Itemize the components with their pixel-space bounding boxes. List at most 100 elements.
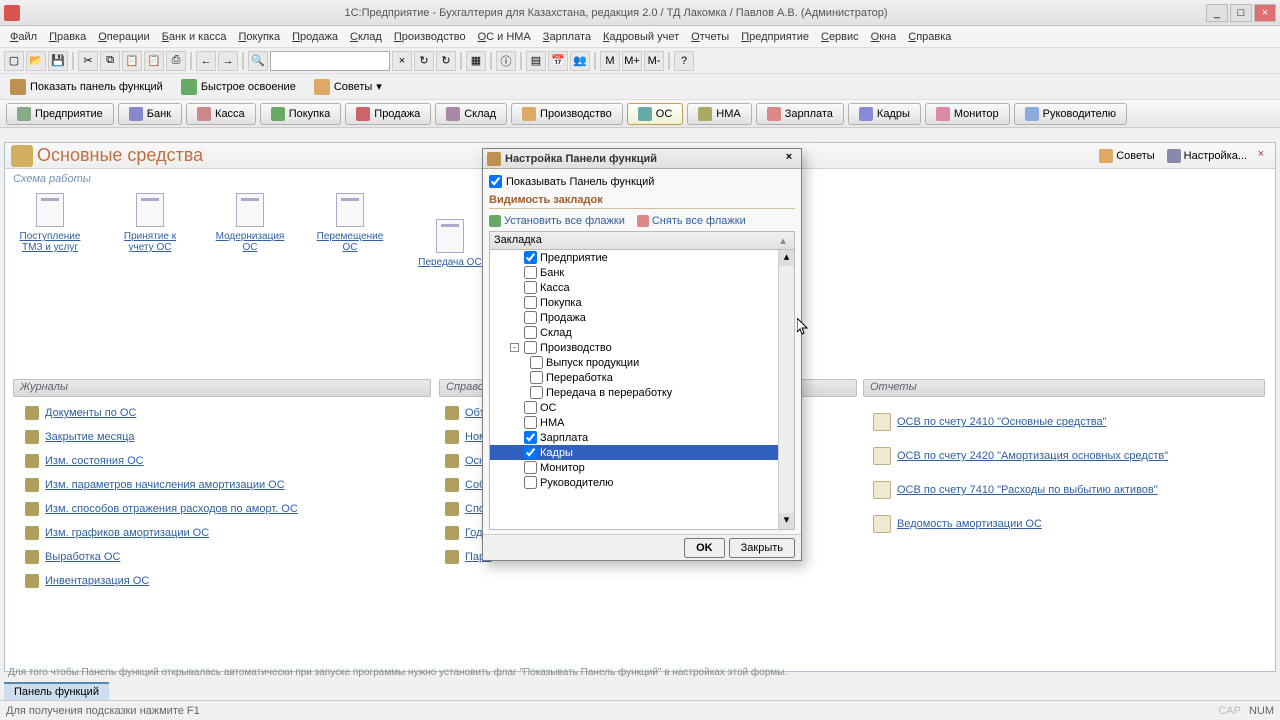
- back-icon[interactable]: ←: [196, 51, 216, 71]
- menu-item[interactable]: Банк и касса: [156, 29, 233, 45]
- list-item[interactable]: Документы по ОС: [25, 401, 298, 425]
- menu-item[interactable]: Кадровый учет: [597, 29, 685, 45]
- tree-checkbox[interactable]: [530, 371, 543, 384]
- list-item[interactable]: ОСВ по счету 2420 "Амортизация основных …: [873, 439, 1168, 473]
- paste-2-icon[interactable]: 📋: [144, 51, 164, 71]
- tree-checkbox[interactable]: [524, 431, 537, 444]
- print-icon[interactable]: ⎙: [166, 51, 186, 71]
- tree-node[interactable]: Предприятие: [490, 250, 794, 265]
- tree-checkbox[interactable]: [530, 386, 543, 399]
- workflow-node[interactable]: Поступление ТМЗ и услуг: [15, 193, 85, 268]
- tree-node[interactable]: Руководителю: [490, 475, 794, 490]
- help-icon[interactable]: ?: [674, 51, 694, 71]
- tree-node[interactable]: -Производство: [490, 340, 794, 355]
- list-item[interactable]: Изм. параметров начисления амортизации О…: [25, 473, 298, 497]
- maximize-button[interactable]: □: [1230, 4, 1252, 22]
- menu-item[interactable]: Сервис: [815, 29, 865, 45]
- tree-checkbox[interactable]: [524, 281, 537, 294]
- tree-checkbox[interactable]: [524, 461, 537, 474]
- clear-all-flags-link[interactable]: Снять все флажки: [637, 215, 746, 227]
- workflow-node[interactable]: Перемещение ОС: [315, 193, 385, 268]
- tree-node[interactable]: Монитор: [490, 460, 794, 475]
- tree-checkbox[interactable]: [524, 401, 537, 414]
- menu-item[interactable]: Производство: [388, 29, 472, 45]
- tab-11[interactable]: Монитор: [925, 103, 1010, 125]
- tab-7[interactable]: ОС: [627, 103, 684, 125]
- menu-item[interactable]: Окна: [865, 29, 903, 45]
- list-item[interactable]: Инвентаризация ОС: [25, 569, 298, 593]
- tree-checkbox[interactable]: [530, 356, 543, 369]
- list-item[interactable]: Изм. состояния ОС: [25, 449, 298, 473]
- clear-search-icon[interactable]: ×: [392, 51, 412, 71]
- close-button[interactable]: ×: [1254, 4, 1276, 22]
- m-plus-icon[interactable]: M+: [622, 51, 642, 71]
- calendar-icon[interactable]: 📅: [548, 51, 568, 71]
- tab-4[interactable]: Продажа: [345, 103, 431, 125]
- open-icon[interactable]: 📂: [26, 51, 46, 71]
- list-item[interactable]: Закрытие месяца: [25, 425, 298, 449]
- tree-scrollbar[interactable]: ▴ ▾: [778, 250, 794, 529]
- menu-item[interactable]: Операции: [92, 29, 155, 45]
- quick-start-button[interactable]: Быстрое освоение: [177, 77, 300, 97]
- tree-node[interactable]: Зарплата: [490, 430, 794, 445]
- tree-node[interactable]: НМА: [490, 415, 794, 430]
- workflow-node[interactable]: Принятие к учету ОС: [115, 193, 185, 268]
- show-panel-button[interactable]: Показать панель функций: [6, 77, 167, 97]
- copy-icon[interactable]: ⧉: [100, 51, 120, 71]
- list-item[interactable]: Изм. графиков амортизации ОС: [25, 521, 298, 545]
- tips-button[interactable]: Советы ▾: [310, 77, 386, 97]
- tree-checkbox[interactable]: [524, 311, 537, 324]
- close-page-button[interactable]: ×: [1253, 148, 1269, 164]
- save-icon[interactable]: 💾: [48, 51, 68, 71]
- menu-item[interactable]: Предприятие: [735, 29, 815, 45]
- workflow-node[interactable]: Передача ОС: [415, 219, 485, 268]
- expander-icon[interactable]: -: [510, 343, 519, 352]
- new-doc-icon[interactable]: ▢: [4, 51, 24, 71]
- ok-button[interactable]: OK: [684, 538, 725, 558]
- tree-checkbox[interactable]: [524, 326, 537, 339]
- workflow-node[interactable]: Модернизация ОС: [215, 193, 285, 268]
- tab-10[interactable]: Кадры: [848, 103, 921, 125]
- panel-func-button[interactable]: Панель функций: [4, 682, 109, 700]
- tab-3[interactable]: Покупка: [260, 103, 342, 125]
- menu-item[interactable]: Зарплата: [537, 29, 597, 45]
- search-input[interactable]: [270, 51, 390, 71]
- menu-item[interactable]: Файл: [4, 29, 43, 45]
- tab-2[interactable]: Касса: [186, 103, 256, 125]
- cut-icon[interactable]: ✂: [78, 51, 98, 71]
- tab-5[interactable]: Склад: [435, 103, 507, 125]
- scroll-down-button[interactable]: ▾: [779, 513, 794, 529]
- show-panel-checkbox-row[interactable]: Показывать Панель функций: [489, 173, 795, 190]
- search-icon[interactable]: 🔍: [248, 51, 268, 71]
- refresh-icon[interactable]: ↻: [414, 51, 434, 71]
- list-item[interactable]: ОСВ по счету 2410 "Основные средства": [873, 405, 1168, 439]
- menu-item[interactable]: Справка: [902, 29, 957, 45]
- tree-node[interactable]: Кадры: [490, 445, 794, 460]
- list-item[interactable]: Выработка ОС: [25, 545, 298, 569]
- refresh-2-icon[interactable]: ↻: [436, 51, 456, 71]
- tree-node[interactable]: Выпуск продукции: [490, 355, 794, 370]
- tab-12[interactable]: Руководителю: [1014, 103, 1127, 125]
- tips-link[interactable]: Советы: [1093, 147, 1160, 165]
- settings-link[interactable]: Настройка...: [1161, 147, 1253, 165]
- tree-node[interactable]: Продажа: [490, 310, 794, 325]
- menu-item[interactable]: Покупка: [232, 29, 286, 45]
- show-panel-checkbox[interactable]: [489, 175, 502, 188]
- tree-checkbox[interactable]: [524, 341, 537, 354]
- m-minus-icon[interactable]: M-: [644, 51, 664, 71]
- set-all-flags-link[interactable]: Установить все флажки: [489, 215, 625, 227]
- scroll-up-icon[interactable]: ▴: [776, 234, 790, 247]
- column-header[interactable]: Закладка: [494, 234, 776, 247]
- tab-8[interactable]: НМА: [687, 103, 751, 125]
- tree-node[interactable]: Касса: [490, 280, 794, 295]
- minimize-button[interactable]: _: [1206, 4, 1228, 22]
- list-item[interactable]: ОСВ по счету 7410 "Расходы по выбытию ак…: [873, 473, 1168, 507]
- tree-checkbox[interactable]: [524, 266, 537, 279]
- tree-node[interactable]: Покупка: [490, 295, 794, 310]
- scroll-up-button[interactable]: ▴: [779, 250, 794, 266]
- tree-node[interactable]: Склад: [490, 325, 794, 340]
- tree-checkbox[interactable]: [524, 296, 537, 309]
- tab-9[interactable]: Зарплата: [756, 103, 844, 125]
- close-dialog-button[interactable]: Закрыть: [729, 538, 795, 558]
- tree-checkbox[interactable]: [524, 476, 537, 489]
